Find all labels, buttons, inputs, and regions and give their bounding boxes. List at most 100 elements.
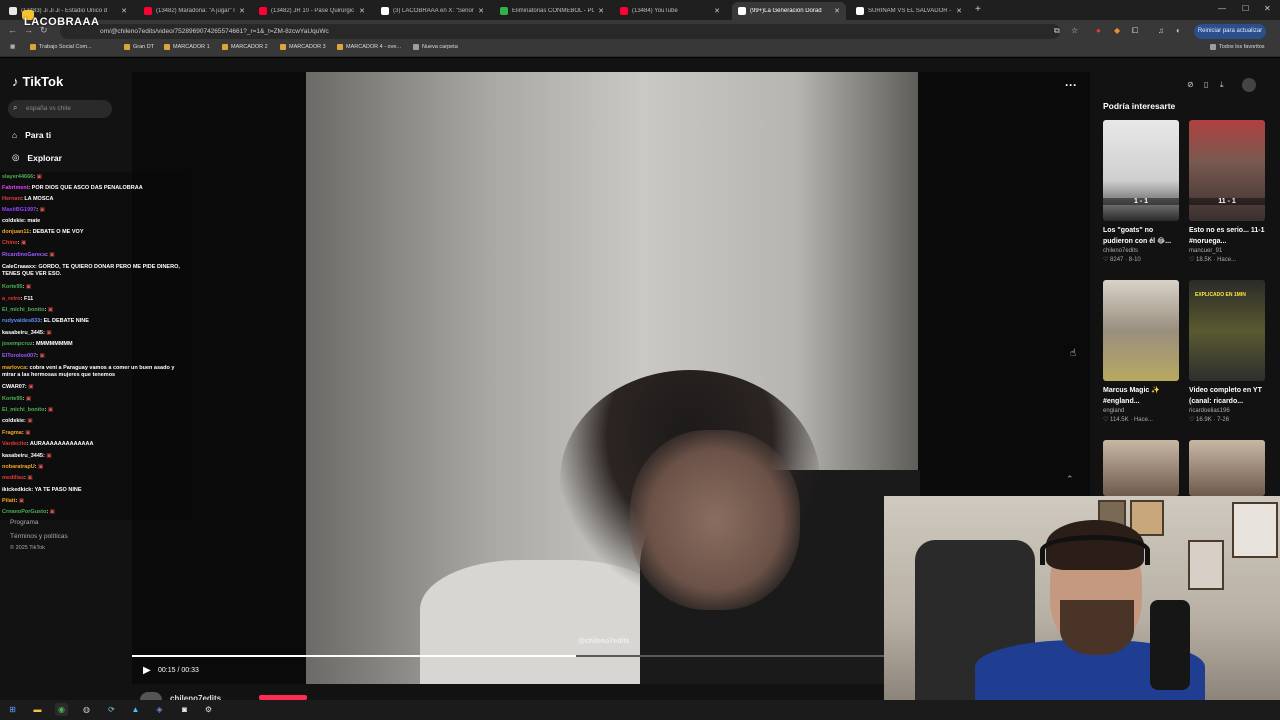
restart-update-button[interactable]: Reiniciar para actualizar xyxy=(1194,24,1266,39)
tab-7[interactable]: (99+)La Generación Dorad ✕ xyxy=(732,2,846,20)
tab-3[interactable]: (13482) JR 10 - Pase Quirúrgic ✕ xyxy=(253,2,371,20)
chat-username[interactable]: CWAR07 xyxy=(2,384,25,390)
minimize-button[interactable]: — xyxy=(1218,4,1226,13)
link-icon[interactable]: ⊘ xyxy=(1187,80,1194,89)
tab-2[interactable]: (13482) Maradona: "A jugar" m ✕ xyxy=(138,2,251,20)
footer-terms[interactable]: Términos y políticas xyxy=(10,533,68,540)
chat-username[interactable]: Pilatt xyxy=(2,498,15,504)
chat-username[interactable]: coldskie xyxy=(2,218,24,224)
address-bar[interactable]: om/@chileno7edits/video/7528969074265574… xyxy=(60,24,1060,39)
suggestion-thumbnail[interactable] xyxy=(1103,440,1179,496)
chat-username[interactable]: Chino xyxy=(2,240,18,246)
chat-username[interactable]: MaxiiBG1997 xyxy=(2,207,36,213)
windows-start-icon[interactable]: ⊞ xyxy=(6,703,19,716)
chat-username[interactable]: coldskie xyxy=(2,418,24,424)
media-icon[interactable]: ♫ xyxy=(1158,26,1164,35)
chat-username[interactable]: Korte95 xyxy=(2,396,22,402)
extensions-icon[interactable]: ⧠ xyxy=(1132,26,1138,36)
tab-4[interactable]: (3) LACOBRAAA en X: "Señores ✕ xyxy=(375,2,490,20)
chat-username[interactable]: donjuan11 xyxy=(2,229,29,235)
suggestion-thumbnail[interactable] xyxy=(1189,440,1265,496)
maximize-button[interactable]: ☐ xyxy=(1242,4,1249,13)
chat-username[interactable]: ElTorolos007 xyxy=(2,353,36,359)
tab-8[interactable]: SURINAM VS EL SALVADOR - ✕ xyxy=(850,2,968,20)
nav-item-for-you[interactable]: ⌂ Para ti xyxy=(12,130,51,140)
chat-username[interactable]: Korte95 xyxy=(2,284,22,290)
close-tab-icon[interactable]: ✕ xyxy=(956,7,962,15)
close-tab-icon[interactable]: ✕ xyxy=(239,7,245,15)
chat-username[interactable]: marlovca xyxy=(2,365,26,371)
footer-program[interactable]: Programa xyxy=(10,519,39,526)
app-icon[interactable]: ⚙ xyxy=(202,703,215,716)
extension-icon[interactable]: ◆ xyxy=(1114,26,1120,35)
chat-username[interactable]: nobaratrapU xyxy=(2,464,35,470)
suggestion-author[interactable]: mancuer_91 xyxy=(1189,248,1265,254)
suggestion-author[interactable]: england xyxy=(1103,408,1179,414)
suggestion-thumbnail[interactable]: 11 - 1 xyxy=(1189,120,1265,221)
close-window-button[interactable]: ✕ xyxy=(1264,4,1271,13)
chat-username[interactable]: RicardinoGareca xyxy=(2,252,46,258)
chat-username[interactable]: josempcruz xyxy=(2,341,33,347)
suggestion-card[interactable]: EXPLICADO EN 1MIN Video completo en YT (c… xyxy=(1189,280,1265,423)
search-input[interactable]: españa vs chile xyxy=(8,100,112,118)
bookmark-item[interactable]: MARCADOR 4 - ove... xyxy=(337,44,401,50)
chat-username[interactable]: ikickedkick xyxy=(2,487,31,493)
suggestion-author[interactable]: chileno7edits xyxy=(1103,248,1179,254)
suggestion-title[interactable]: Marcus Magic ✨ #england... xyxy=(1103,385,1179,407)
close-tab-icon[interactable]: ✕ xyxy=(359,7,365,15)
suggestion-title[interactable]: Esto no es serio... 11-1 #noruega... xyxy=(1189,225,1265,247)
close-tab-icon[interactable]: ✕ xyxy=(478,7,484,15)
chat-username[interactable]: slayer44666 xyxy=(2,174,33,180)
chat-username[interactable]: rudyvaldes833 xyxy=(2,318,40,324)
profile-icon[interactable]: ◐ xyxy=(1176,26,1181,35)
chevron-up-icon[interactable]: ⌃ xyxy=(1066,474,1074,485)
all-bookmarks-button[interactable]: Todos los favoritos xyxy=(1210,44,1265,50)
chat-username[interactable]: a_retro xyxy=(2,296,21,302)
tab-5[interactable]: Eliminatorias CONMEBOL - PC ✕ xyxy=(494,2,610,20)
close-tab-icon[interactable]: ✕ xyxy=(834,7,840,15)
close-tab-icon[interactable]: ✕ xyxy=(598,7,604,15)
close-tab-icon[interactable]: ✕ xyxy=(121,7,127,15)
chat-username[interactable]: El_michi_bonito xyxy=(2,307,44,313)
install-icon[interactable]: ⧉ xyxy=(1054,26,1060,36)
chat-username[interactable]: Fabrimeni xyxy=(2,185,28,191)
tiktok-logo[interactable]: ♪ TikTok xyxy=(12,74,63,89)
nav-item-explore[interactable]: ◎ Explorar xyxy=(12,152,62,163)
chat-username[interactable]: Hernan xyxy=(2,196,21,202)
chat-username[interactable]: Vardecito xyxy=(2,441,27,447)
discord-icon[interactable]: ◈ xyxy=(153,703,166,716)
play-icon[interactable]: ▶ xyxy=(143,665,151,676)
avatar[interactable] xyxy=(1242,78,1256,92)
back-icon[interactable]: ← xyxy=(8,25,17,35)
file-explorer-icon[interactable]: ▬ xyxy=(31,703,44,716)
extension-icon[interactable]: ● xyxy=(1096,26,1101,35)
chat-username[interactable]: medillas xyxy=(2,475,24,481)
star-icon[interactable]: ☆ xyxy=(1071,26,1078,35)
suggestion-card[interactable]: Marcus Magic ✨ #england... england ♡ 114.5… xyxy=(1103,280,1179,423)
chat-username[interactable]: kasabeiru_3445 xyxy=(2,453,43,459)
obs-icon[interactable]: ◙ xyxy=(178,703,191,716)
suggestion-author[interactable]: ricardoelias196 xyxy=(1189,408,1265,414)
close-tab-icon[interactable]: ✕ xyxy=(714,7,720,15)
suggestion-card[interactable]: 11 - 1 Esto no es serio... 11-1 #noruega.… xyxy=(1189,120,1265,263)
bookmark-item[interactable]: MARCADOR 2 xyxy=(222,44,268,50)
tab-6[interactable]: (13484) YouTube ✕ xyxy=(614,2,726,20)
new-tab-button[interactable]: + xyxy=(975,4,981,15)
suggestion-thumbnail[interactable]: 1 - 1 xyxy=(1103,120,1179,221)
chat-username[interactable]: Fragma xyxy=(2,430,22,436)
apps-icon[interactable]: ▦ xyxy=(10,44,15,50)
chat-username[interactable]: CrnanoPorGusto xyxy=(2,509,46,515)
phone-icon[interactable]: ▯ xyxy=(1204,80,1208,89)
chat-username[interactable]: CaleCraaaxx xyxy=(2,264,35,270)
suggestion-thumbnail[interactable] xyxy=(1103,280,1179,381)
app-icon[interactable]: ◍ xyxy=(80,703,93,716)
suggestion-title[interactable]: Los "goats" no pudieron con él 😂... xyxy=(1103,225,1179,247)
chat-username[interactable]: El_michi_bonito xyxy=(2,407,44,413)
suggestion-card[interactable]: 1 - 1 Los "goats" no pudieron con él 😂...… xyxy=(1103,120,1179,263)
bookmark-item[interactable]: Gran DT xyxy=(124,44,154,50)
bookmark-item[interactable]: Trabajo Social Com... xyxy=(30,44,92,50)
suggestion-thumbnail[interactable]: EXPLICADO EN 1MIN xyxy=(1189,280,1265,381)
bookmark-item[interactable]: Nueva carpeta xyxy=(413,44,458,50)
bookmark-item[interactable]: MARCADOR 3 xyxy=(280,44,326,50)
more-options-icon[interactable]: ··· xyxy=(1065,78,1077,92)
